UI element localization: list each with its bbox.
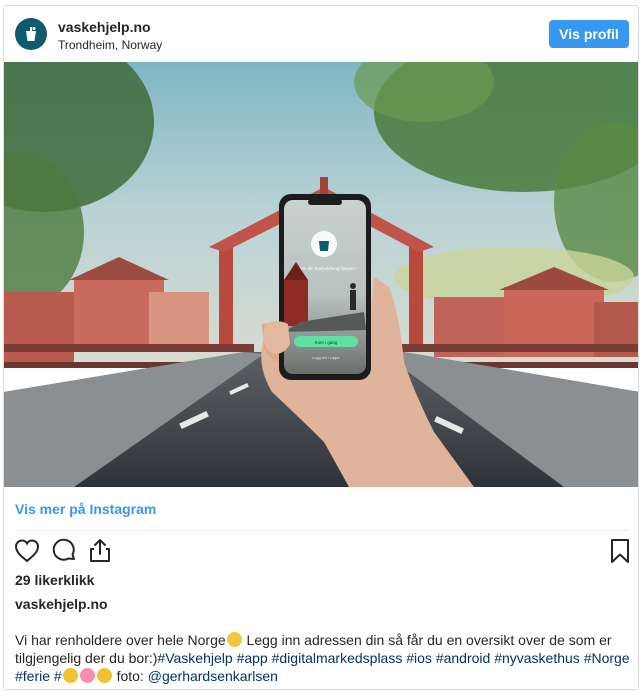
hashtag-link[interactable]: #ios <box>406 650 432 666</box>
phone-start-button: Kom i gang <box>315 340 338 345</box>
sun-emoji <box>96 668 112 683</box>
divider <box>15 530 629 531</box>
hashtag-link[interactable]: #ferie <box>15 668 50 684</box>
heart-icon[interactable] <box>13 537 41 565</box>
header-location[interactable]: Trondheim, Norway <box>58 38 162 52</box>
bucket-icon <box>26 27 36 41</box>
action-bar <box>4 537 638 567</box>
photo-scene: Finner din husholdning hjelper? Kom i ga… <box>4 62 638 487</box>
post-photo[interactable]: Finner din husholdning hjelper? Kom i ga… <box>4 62 638 487</box>
avatar[interactable] <box>15 18 47 50</box>
sun-emoji <box>62 668 78 683</box>
like-count[interactable]: 29 likerklikk <box>15 572 94 588</box>
hashtag-link[interactable]: #Norge <box>584 650 630 666</box>
mention-link[interactable]: @gerhardsenkarlsen <box>148 668 278 684</box>
hashtag-link[interactable]: #digitalmarkedsplass <box>272 650 403 666</box>
caption-text: Vi har renholdere over hele Norge <box>15 632 226 648</box>
view-profile-button[interactable]: Vis profil <box>549 20 629 48</box>
caption-credit: foto: <box>112 668 148 684</box>
header-username[interactable]: vaskehjelp.no <box>58 19 151 35</box>
post-header: vaskehjelp.no Trondheim, Norway Vis prof… <box>4 6 638 62</box>
hashtag-link[interactable]: #android <box>436 650 491 666</box>
star-struck-emoji <box>226 632 242 647</box>
caption-text: tilgjengelig der du bor:) <box>15 650 158 666</box>
flower-emoji <box>79 668 95 683</box>
caption-username[interactable]: vaskehjelp.no <box>15 596 108 612</box>
bookmark-icon[interactable] <box>606 537 634 565</box>
phone-tagline: Finner din husholdning hjelper? <box>294 266 357 271</box>
post-caption: Vi har renholdere over hele Norge Legg i… <box>15 631 633 685</box>
phone-login-link: Logg inn / Lagre <box>312 356 339 360</box>
hashtag-link[interactable]: #app <box>237 650 268 666</box>
comment-icon[interactable] <box>50 537 78 565</box>
instagram-embed-card: vaskehjelp.no Trondheim, Norway Vis prof… <box>3 5 639 690</box>
hashtag-link[interactable]: # <box>54 668 62 684</box>
caption-text: Legg inn adressen din så får du en overs… <box>242 632 612 648</box>
share-icon[interactable] <box>86 537 114 565</box>
hashtag-link[interactable]: #Vaskehjelp <box>157 650 232 666</box>
hashtag-link[interactable]: #nyvaskethus <box>494 650 580 666</box>
view-more-on-instagram-link[interactable]: Vis mer på Instagram <box>15 501 156 517</box>
